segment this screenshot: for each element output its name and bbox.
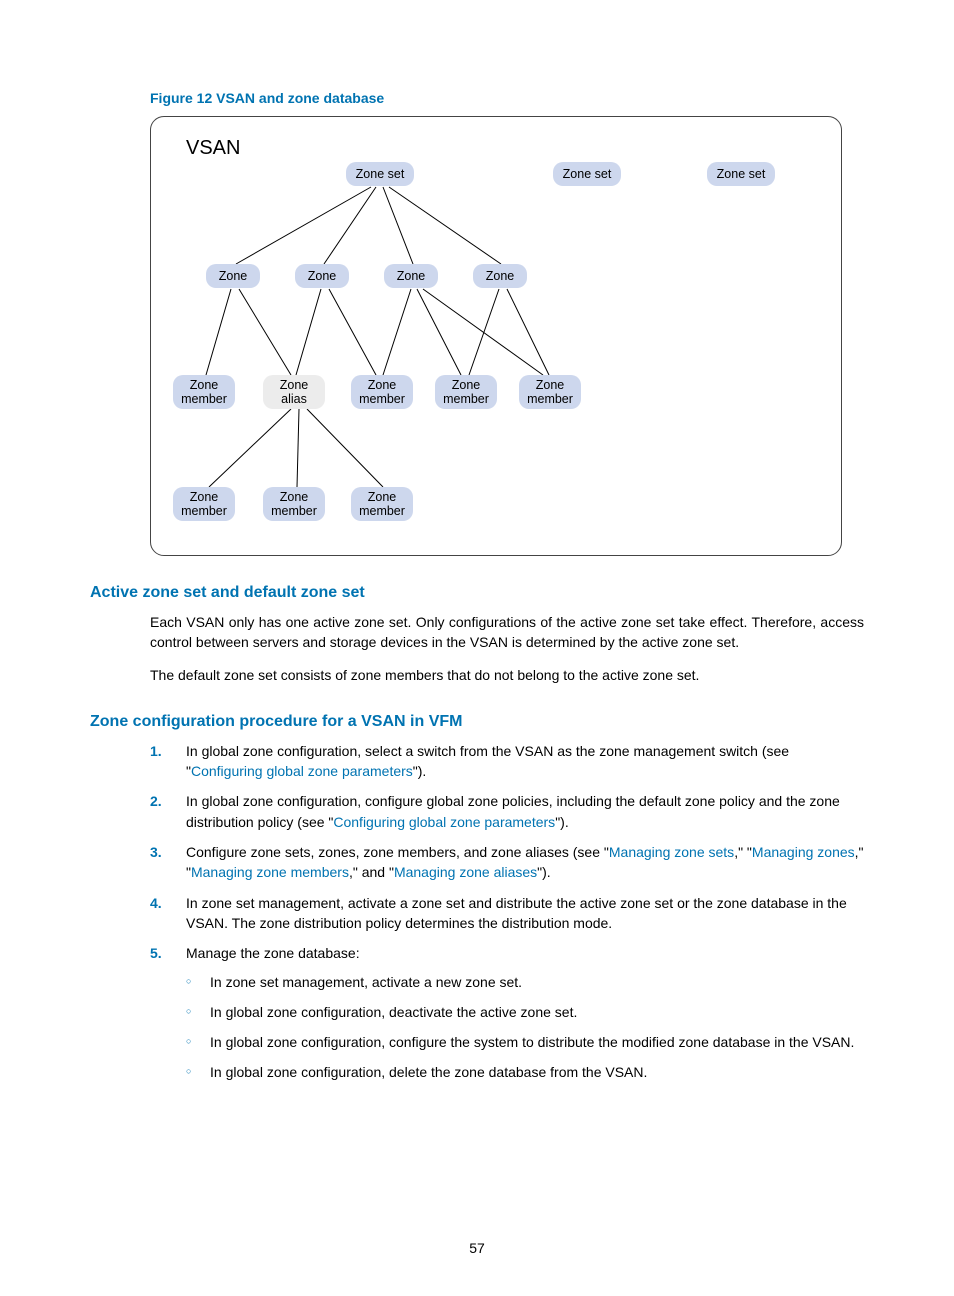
link[interactable]: Managing zone sets — [609, 844, 734, 860]
text: "). — [537, 864, 551, 880]
node-member: Zone member — [435, 375, 497, 409]
node-zoneset: Zone set — [707, 162, 775, 186]
text: Manage the zone database: — [186, 945, 360, 961]
node-member: Zone member — [173, 375, 235, 409]
sub-item: In global zone configuration, delete the… — [186, 1062, 864, 1082]
step-item: In zone set management, activate a zone … — [150, 893, 864, 934]
node-member: Zone member — [519, 375, 581, 409]
node-zone: Zone — [295, 264, 349, 288]
paragraph: The default zone set consists of zone me… — [150, 665, 864, 685]
link[interactable]: Configuring global zone parameters — [333, 814, 555, 830]
link[interactable]: Managing zone members — [191, 864, 349, 880]
node-member: Zone member — [351, 487, 413, 521]
page-number: 57 — [0, 1240, 954, 1256]
node-member: Zone member — [173, 487, 235, 521]
sub-item: In global zone configuration, configure … — [186, 1032, 864, 1052]
node-zoneset: Zone set — [346, 162, 414, 186]
node-member: Zone member — [263, 487, 325, 521]
node-zone: Zone — [473, 264, 527, 288]
text: ," " — [734, 844, 752, 860]
text: "). — [555, 814, 569, 830]
steps-list: In global zone configuration, select a s… — [150, 741, 864, 1083]
sub-item: In zone set management, activate a new z… — [186, 972, 864, 992]
sub-list: In zone set management, activate a new z… — [186, 972, 864, 1083]
text: Configure zone sets, zones, zone members… — [186, 844, 609, 860]
link[interactable]: Configuring global zone parameters — [191, 763, 413, 779]
link[interactable]: Managing zones — [752, 844, 855, 860]
sub-item: In global zone configuration, deactivate… — [186, 1002, 864, 1022]
step-item: Manage the zone database: In zone set ma… — [150, 943, 864, 1082]
node-zoneset: Zone set — [553, 162, 621, 186]
text: ," and " — [349, 864, 394, 880]
node-member: Zone member — [351, 375, 413, 409]
figure-caption: Figure 12 VSAN and zone database — [150, 90, 864, 106]
text: In zone set management, activate a zone … — [186, 895, 847, 931]
node-zone: Zone — [206, 264, 260, 288]
step-item: In global zone configuration, select a s… — [150, 741, 864, 782]
node-alias: Zone alias — [263, 375, 325, 409]
step-item: Configure zone sets, zones, zone members… — [150, 842, 864, 883]
paragraph: Each VSAN only has one active zone set. … — [150, 612, 864, 653]
node-zone: Zone — [384, 264, 438, 288]
step-item: In global zone configuration, configure … — [150, 791, 864, 832]
link[interactable]: Managing zone aliases — [394, 864, 537, 880]
section-heading: Active zone set and default zone set — [90, 584, 864, 602]
text: "). — [413, 763, 427, 779]
vsan-diagram: VSAN — [150, 116, 842, 556]
section-heading: Zone configuration procedure for a VSAN … — [90, 713, 864, 731]
